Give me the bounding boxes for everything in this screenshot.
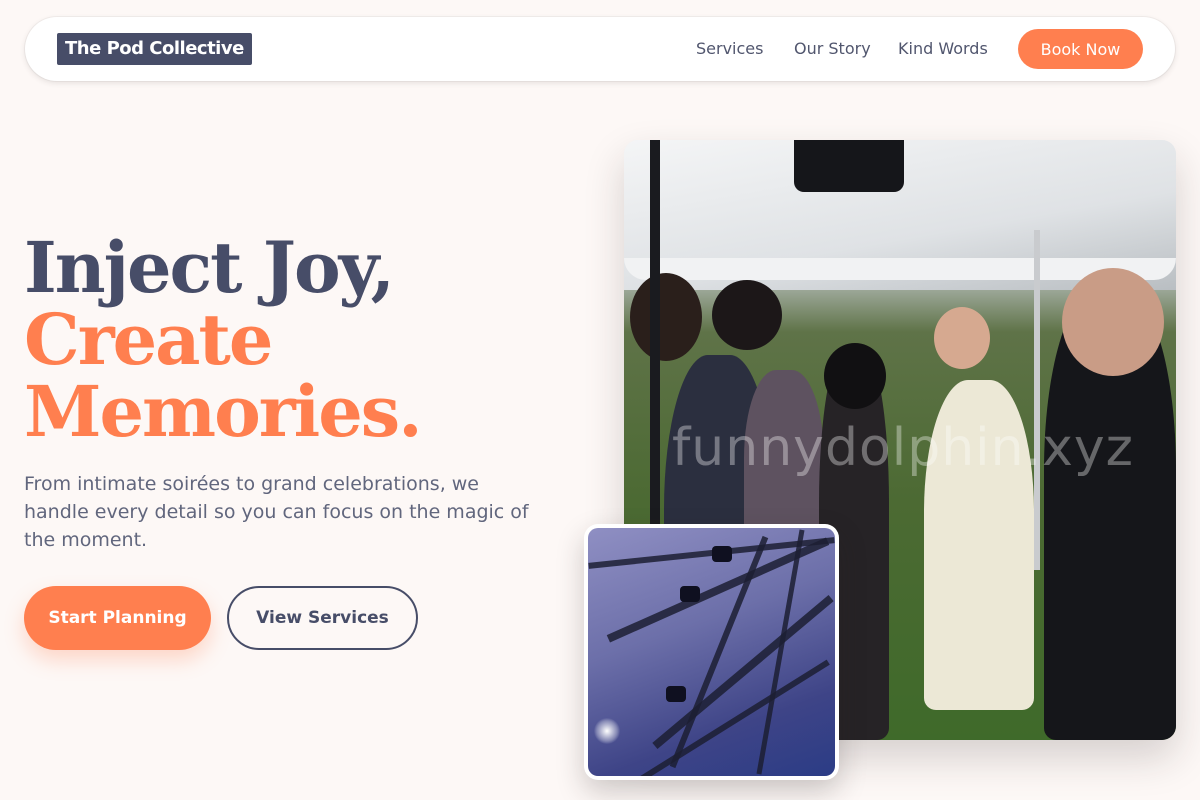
stage-light-icon bbox=[666, 686, 686, 702]
stage-truss-photo bbox=[584, 524, 839, 780]
headline-line-2: Create bbox=[24, 298, 273, 381]
headline-line-1: Inject Joy, bbox=[24, 226, 395, 309]
light-glow bbox=[594, 718, 620, 744]
tent-pole bbox=[1034, 230, 1040, 570]
nav-link-services[interactable]: Services bbox=[696, 39, 763, 58]
stage-truss-image bbox=[588, 528, 835, 776]
guest-head bbox=[630, 273, 702, 361]
photo-watermark: funnydolphin.xyz bbox=[672, 418, 1134, 478]
guest-head bbox=[824, 343, 886, 409]
stage-light-icon bbox=[712, 546, 732, 562]
book-now-button[interactable]: Book Now bbox=[1018, 29, 1143, 69]
view-services-button[interactable]: View Services bbox=[227, 586, 418, 650]
headline-line-3: Memories. bbox=[24, 370, 423, 453]
site-logo[interactable]: The Pod Collective bbox=[57, 33, 252, 65]
stage-light-icon bbox=[680, 586, 700, 602]
guest-head bbox=[712, 280, 782, 350]
nav-link-our-story[interactable]: Our Story bbox=[794, 39, 871, 58]
site-navbar: The Pod Collective Services Our Story Ki… bbox=[25, 17, 1175, 81]
hero-headline: Inject Joy, Create Memories. bbox=[24, 232, 584, 448]
start-planning-button[interactable]: Start Planning bbox=[24, 586, 211, 650]
speaker-unit bbox=[794, 140, 904, 192]
guest-head bbox=[1062, 268, 1164, 376]
nav-link-kind-words[interactable]: Kind Words bbox=[898, 39, 988, 58]
guest-head bbox=[934, 307, 990, 369]
hero-lead-text: From intimate soirées to grand celebrati… bbox=[24, 473, 529, 551]
truss-beam bbox=[606, 659, 830, 776]
